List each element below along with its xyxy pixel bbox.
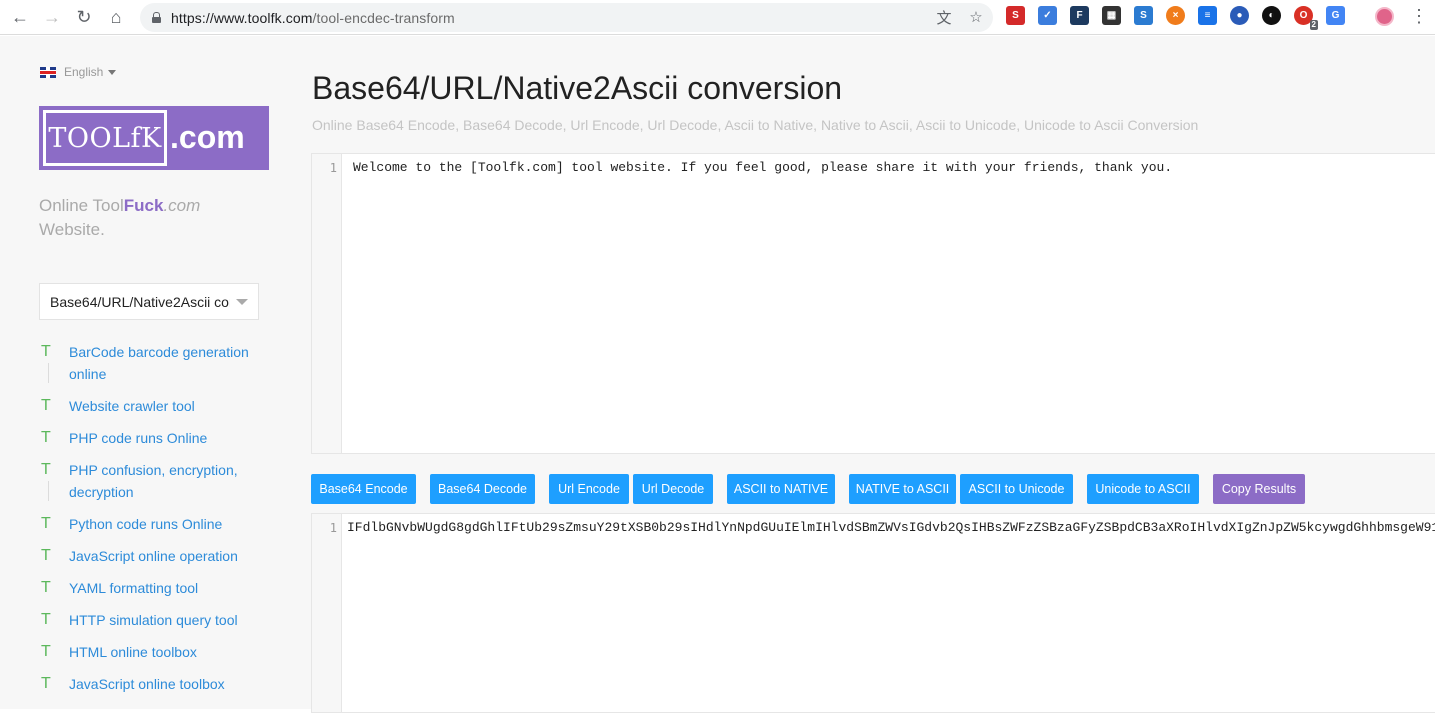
t-icon: T xyxy=(41,643,51,660)
extension-chart-icon[interactable]: ✓ xyxy=(1038,6,1057,25)
unicode-to-ascii-button[interactable]: Unicode to ASCII xyxy=(1087,474,1199,504)
bookmark-star-icon[interactable]: ☆ xyxy=(967,8,985,26)
line-number: 1 xyxy=(329,161,337,175)
line-gutter: 1 xyxy=(312,154,342,453)
extension-translate-icon[interactable]: G xyxy=(1326,6,1345,25)
t-icon: T xyxy=(41,343,51,360)
tool-link[interactable]: JavaScript online operation xyxy=(69,545,238,567)
list-item[interactable]: T Python code runs Online xyxy=(39,513,279,535)
list-item[interactable]: T JavaScript online toolbox xyxy=(39,673,279,695)
extension-orange-icon[interactable]: × xyxy=(1166,6,1185,25)
t-icon: T xyxy=(41,429,51,446)
extension-f-icon[interactable]: F xyxy=(1070,6,1089,25)
list-item[interactable]: T PHP confusion, encryption, decryption xyxy=(39,459,279,503)
tagline-prefix: Online Tool xyxy=(39,196,124,215)
timeline-line xyxy=(48,481,49,501)
t-icon: T xyxy=(41,675,51,692)
more-menu-icon[interactable]: ⋮ xyxy=(1410,7,1428,27)
list-item[interactable]: T YAML formatting tool xyxy=(39,577,279,599)
profile-avatar[interactable] xyxy=(1375,7,1394,26)
tool-link[interactable]: BarCode barcode generation online xyxy=(69,341,279,385)
address-bar[interactable]: https://www.toolfk.com/tool-encdec-trans… xyxy=(140,3,993,32)
list-item[interactable]: T JavaScript online operation xyxy=(39,545,279,567)
extension-qr-icon[interactable]: ▦ xyxy=(1102,6,1121,25)
translate-icon[interactable]: 文 xyxy=(935,8,953,27)
base64-encode-button[interactable]: Base64 Encode xyxy=(311,474,416,504)
url-text[interactable]: https://www.toolfk.com/tool-encdec-trans… xyxy=(171,10,455,26)
tagline-suffix: Website. xyxy=(39,220,105,239)
logo-box: TOOLfK xyxy=(43,110,167,166)
forward-arrow-icon[interactable]: → xyxy=(36,1,68,33)
uk-flag-icon xyxy=(40,66,56,78)
page-title: Base64/URL/Native2Ascii conversion xyxy=(312,70,843,106)
url-host: https://www.toolfk.com xyxy=(171,9,313,26)
language-selector[interactable]: English xyxy=(40,65,117,79)
native-to-ascii-button[interactable]: NATIVE to ASCII xyxy=(849,474,956,504)
ascii-to-native-button[interactable]: ASCII to NATIVE xyxy=(727,474,835,504)
reload-icon[interactable]: ↻ xyxy=(68,1,100,33)
home-icon[interactable]: ⌂ xyxy=(100,1,132,33)
tagline-domain: .com xyxy=(163,196,201,215)
line-gutter: 1 xyxy=(312,514,342,712)
t-icon: T xyxy=(41,547,51,564)
back-arrow-icon[interactable]: ← xyxy=(4,1,36,33)
url-decode-button[interactable]: Url Decode xyxy=(633,474,713,504)
extension-badge: 2 xyxy=(1309,20,1318,30)
lock-icon xyxy=(152,12,161,23)
selected-tool: Base64/URL/Native2Ascii conversion xyxy=(50,293,230,310)
tool-link[interactable]: HTTP simulation query tool xyxy=(69,609,238,631)
caret-down-icon xyxy=(108,69,117,75)
tool-link[interactable]: HTML online toolbox xyxy=(69,641,197,663)
extension-s-blue-icon[interactable]: S xyxy=(1134,6,1153,25)
url-path: /tool-encdec-transform xyxy=(312,9,455,26)
sidebar: English TOOLfK .com Online ToolFuck.com … xyxy=(0,36,290,709)
extension-globe-icon[interactable]: ● xyxy=(1230,6,1249,25)
copy-results-button[interactable]: Copy Results xyxy=(1213,474,1305,504)
tagline-emphasis: Fuck xyxy=(123,196,164,215)
list-item[interactable]: T Website crawler tool xyxy=(39,395,279,417)
t-icon: T xyxy=(41,515,51,532)
language-label: English xyxy=(64,65,104,79)
site-tagline: Online ToolFuck.com Website. xyxy=(39,194,249,242)
output-editor[interactable]: 1 IFdlbGNvbWUgdG8gdGhlIFtUb29sZmsuY29tXS… xyxy=(311,513,1435,713)
tool-select-dropdown[interactable]: Base64/URL/Native2Ascii conversion xyxy=(39,283,259,320)
t-icon: T xyxy=(41,611,51,628)
tool-link[interactable]: YAML formatting tool xyxy=(69,577,198,599)
extension-red-icon[interactable]: O2 xyxy=(1294,6,1318,30)
timeline-line xyxy=(48,363,49,383)
input-editor[interactable]: 1 Welcome to the [Toolfk.com] tool websi… xyxy=(311,153,1435,454)
list-item[interactable]: T PHP code runs Online xyxy=(39,427,279,449)
input-text[interactable]: Welcome to the [Toolfk.com] tool website… xyxy=(353,160,1172,175)
list-item[interactable]: T HTML online toolbox xyxy=(39,641,279,663)
t-icon: T xyxy=(41,579,51,596)
list-item[interactable]: T HTTP simulation query tool xyxy=(39,609,279,631)
ascii-to-unicode-button[interactable]: ASCII to Unicode xyxy=(960,474,1073,504)
extension-half-moon-icon[interactable]: ◐ xyxy=(1262,6,1281,25)
line-number: 1 xyxy=(329,521,337,535)
tool-link[interactable]: Python code runs Online xyxy=(69,513,222,535)
logo-suffix-text: .com xyxy=(170,119,245,155)
url-encode-button[interactable]: Url Encode xyxy=(549,474,629,504)
extension-s-icon[interactable]: S xyxy=(1006,6,1025,25)
output-text[interactable]: IFdlbGNvbWUgdG8gdGhlIFtUb29sZmsuY29tXSB0… xyxy=(347,520,1435,535)
site-logo[interactable]: TOOLfK .com xyxy=(39,106,269,170)
page-subtitle: Online Base64 Encode, Base64 Decode, Url… xyxy=(312,117,1199,133)
logo-main-text: TOOLfK xyxy=(48,122,162,154)
tool-link[interactable]: JavaScript online toolbox xyxy=(69,673,225,695)
tool-list: T BarCode barcode generation online T Webs… xyxy=(39,341,279,705)
tool-link[interactable]: PHP confusion, encryption, decryption xyxy=(69,459,279,503)
tool-link[interactable]: PHP code runs Online xyxy=(69,427,207,449)
tool-link[interactable]: Website crawler tool xyxy=(69,395,195,417)
extension-doc-icon[interactable]: ≡ xyxy=(1198,6,1217,25)
t-icon: T xyxy=(41,461,51,478)
t-icon: T xyxy=(41,397,51,414)
browser-toolbar: ← → ↻ ⌂ https://www.toolfk.com/tool-encd… xyxy=(0,0,1435,35)
dropdown-caret-icon xyxy=(236,299,248,305)
main-content: Base64/URL/Native2Ascii conversion Onlin… xyxy=(290,36,1435,713)
list-item[interactable]: T BarCode barcode generation online xyxy=(39,341,279,385)
base64-decode-button[interactable]: Base64 Decode xyxy=(430,474,535,504)
